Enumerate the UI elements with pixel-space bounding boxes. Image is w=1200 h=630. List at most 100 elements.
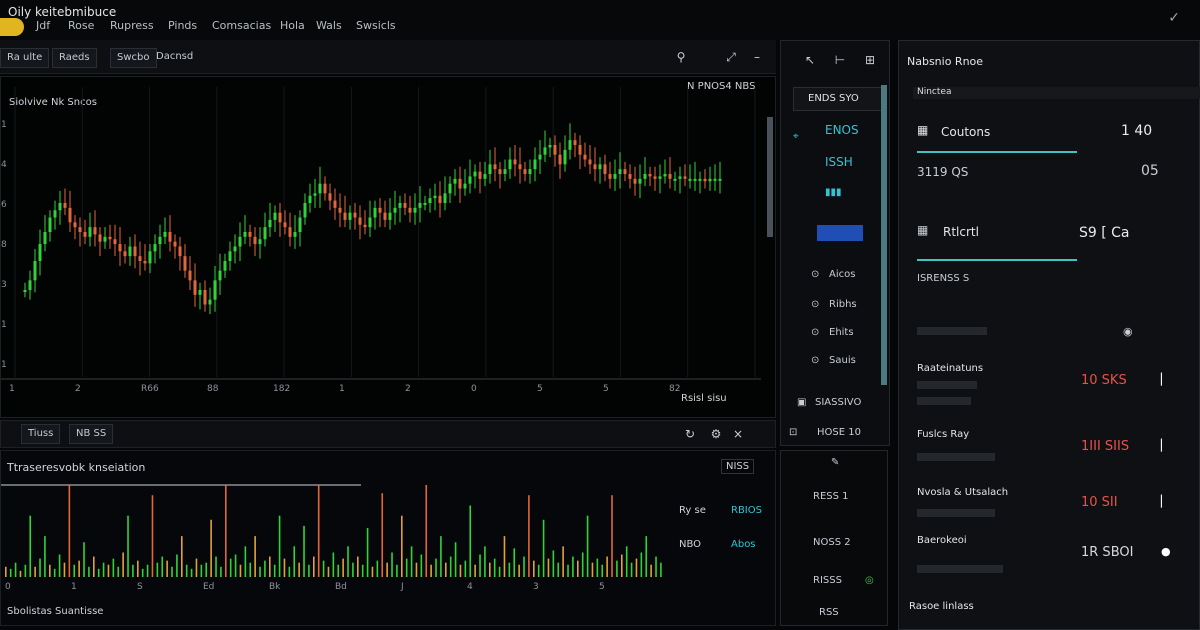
volume-bar — [161, 556, 164, 577]
watchlist-item[interactable]: Ehits — [829, 327, 854, 338]
candle-body — [528, 169, 532, 174]
menu-item[interactable]: Comsacias — [212, 19, 271, 32]
volume-bar — [181, 536, 183, 577]
close-icon[interactable]: × — [729, 425, 747, 443]
volume-bar — [425, 485, 428, 577]
candle-body — [623, 169, 627, 174]
active-symbol-badge[interactable] — [817, 225, 863, 241]
volume-panel[interactable]: Ttraseresvobk knseiation Sbolistas Suant… — [0, 450, 776, 626]
candle-body — [323, 183, 327, 194]
candle-body — [268, 219, 272, 228]
pencil-icon[interactable]: ✎ — [831, 457, 839, 468]
watchlist-item[interactable]: Ribhs — [829, 299, 857, 310]
volume-bar — [117, 566, 120, 577]
menu-item[interactable]: Pinds — [168, 19, 197, 32]
volume-bar — [396, 564, 398, 577]
candle-body — [548, 145, 552, 148]
market-list-title[interactable]: Nvosla & Utsalach — [917, 487, 1008, 498]
market-list-title[interactable]: Raateinatuns — [917, 363, 983, 374]
menu-item[interactable]: Jdf — [36, 19, 50, 32]
candle-body — [583, 154, 587, 160]
candle-body — [298, 217, 302, 232]
toolbar-button[interactable]: Raeds — [52, 48, 97, 68]
volume-bar — [200, 564, 203, 577]
volume-x-tick: Bd — [335, 582, 347, 592]
market-list-title[interactable]: Baerokeoi — [917, 535, 967, 546]
candle-body — [218, 270, 222, 281]
menu-item[interactable]: Hola — [280, 19, 305, 32]
candle-body — [458, 178, 462, 189]
candle-body — [253, 236, 257, 245]
settings-icon[interactable]: ⚙ — [707, 425, 725, 443]
candle-body — [468, 176, 472, 184]
volume-bar — [210, 519, 212, 577]
watchlist-item[interactable]: ▮▮▮ — [825, 187, 842, 198]
candle-body — [518, 164, 522, 170]
volume-bar — [503, 536, 506, 577]
candle-body — [663, 174, 667, 177]
volume-bar — [337, 564, 340, 577]
volume-bar — [244, 546, 247, 577]
menu-item[interactable]: Rose — [68, 19, 94, 32]
volume-bar — [97, 568, 100, 577]
frame-icon[interactable]: ⊡ — [789, 427, 797, 438]
asset-name[interactable]: Rtlcrtl — [943, 225, 979, 239]
check-icon[interactable]: ✓ — [1168, 10, 1180, 26]
candle-body — [53, 210, 57, 218]
candle-body — [553, 145, 557, 155]
price-chart[interactable]: Siolvive Nk Sncos N PNOS4 NBS Rsisl sisu… — [0, 76, 776, 418]
market-list-title[interactable]: Fuslcs Ray — [917, 429, 969, 440]
volume-bar — [625, 546, 628, 577]
candle-body — [48, 217, 52, 232]
menu-item[interactable]: Swsicls — [356, 19, 396, 32]
volume-bar — [107, 564, 110, 577]
pin-icon[interactable]: ⚲ — [672, 48, 690, 66]
volume-bar — [420, 554, 423, 577]
candle-body — [423, 203, 427, 205]
toolbar-button[interactable]: Ra ulte — [0, 48, 50, 68]
volume-bar — [660, 562, 662, 577]
tab-indicator[interactable]: Tiuss — [21, 424, 61, 444]
volume-bar — [645, 536, 648, 577]
expand-icon[interactable]: ⤢ — [722, 48, 740, 66]
volume-button[interactable]: NISS — [721, 459, 755, 474]
candle-body — [33, 261, 37, 281]
candle-body — [258, 239, 262, 245]
candle-body — [508, 159, 512, 170]
candle-body — [648, 174, 652, 177]
chart-scrollbar[interactable] — [767, 117, 773, 237]
toolbar-button[interactable]: Dacnsd — [150, 48, 199, 68]
candle-body — [98, 234, 102, 242]
watchlist-item[interactable]: ISSH — [825, 155, 853, 169]
placeholder-bar — [917, 509, 995, 517]
watchlist-header[interactable]: ENDS SYO — [793, 87, 885, 111]
candle-body — [303, 203, 307, 218]
asset-price: S9 [ Ca — [1079, 225, 1130, 241]
watchlist-item[interactable]: Sauis — [829, 355, 856, 366]
grid-icon[interactable]: ⊞ — [861, 51, 879, 69]
watchlist-item[interactable]: Aicos — [829, 269, 855, 280]
watchlist-item[interactable]: ENOS — [825, 123, 859, 137]
candle-body — [713, 178, 717, 181]
menu-item[interactable]: Rupress — [110, 19, 154, 32]
minimize-icon[interactable]: – — [748, 48, 766, 66]
tab-indicator[interactable]: NB SS — [69, 424, 114, 444]
y-tick-label: 1 — [1, 360, 7, 370]
watchlist-scrollbar[interactable] — [881, 85, 887, 385]
menu-item[interactable]: Wals — [316, 19, 342, 32]
volume-bar — [596, 558, 599, 577]
volume-bar — [449, 556, 452, 577]
volume-bar — [132, 564, 134, 577]
market-list-value: 1III SIIS — [1081, 439, 1130, 454]
volume-bar — [49, 564, 51, 577]
refresh-icon[interactable]: ↻ — [681, 425, 699, 443]
asset-name[interactable]: Coutons — [941, 125, 990, 139]
clipboard-icon[interactable]: ▣ — [797, 397, 806, 408]
toggle-icon[interactable]: ◉ — [1123, 325, 1133, 338]
volume-bar — [347, 546, 349, 577]
cursor-icon[interactable]: ↖ — [801, 51, 819, 69]
volume-bar — [655, 556, 657, 577]
volume-bar — [322, 560, 325, 577]
candle-body — [373, 207, 377, 218]
line-tool-icon[interactable]: ⊢ — [831, 51, 849, 69]
